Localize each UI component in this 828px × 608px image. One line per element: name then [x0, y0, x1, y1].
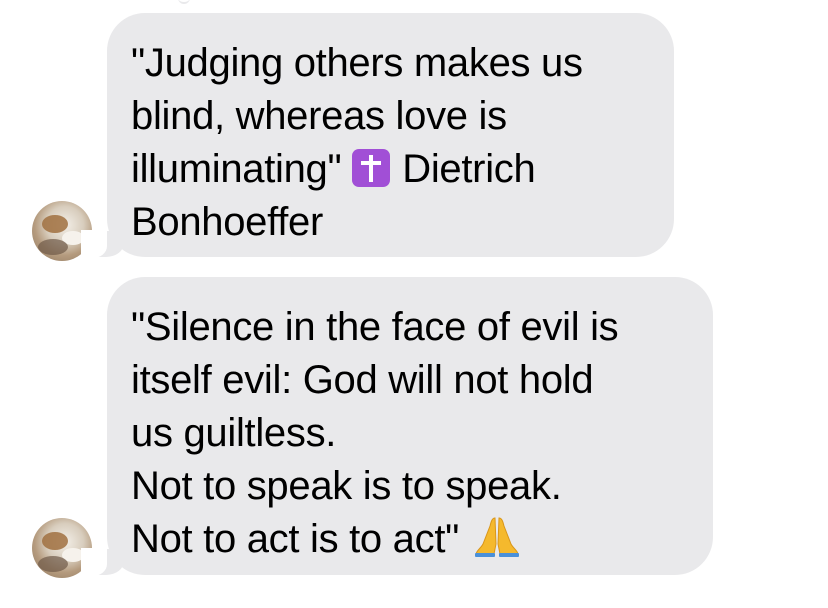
message-text-line: "Silence in the face of evil is [131, 305, 619, 349]
message-text-line: Bonhoeffer [131, 200, 323, 244]
message-text-line: Not to speak is to speak. [131, 464, 562, 508]
latin-cross-emoji-icon [352, 149, 391, 187]
stray-bubble-tail [178, 0, 190, 4]
message-text-line: blind, whereas love is [131, 94, 507, 138]
incoming-message-bubble[interactable]: "Judging others makes us blind, whereas … [81, 13, 674, 258]
message-text-line: illuminating" Dietrich [131, 143, 640, 196]
message-text-line: "Judging others makes us [131, 41, 583, 85]
message-text-fragment: Dietrich [402, 147, 536, 191]
folded-hands-emoji-icon [475, 517, 520, 557]
incoming-message-bubble[interactable]: "Silence in the face of evil is itself e… [81, 277, 713, 576]
message-text-line: Not to act is to act" [131, 513, 679, 566]
message-text-fragment: Not to act is to act" [131, 517, 460, 561]
message-text-fragment: illuminating" [131, 147, 342, 191]
message-text-line: itself evil: God will not hold [131, 358, 594, 402]
message-text-line: us guiltless. [131, 411, 337, 455]
